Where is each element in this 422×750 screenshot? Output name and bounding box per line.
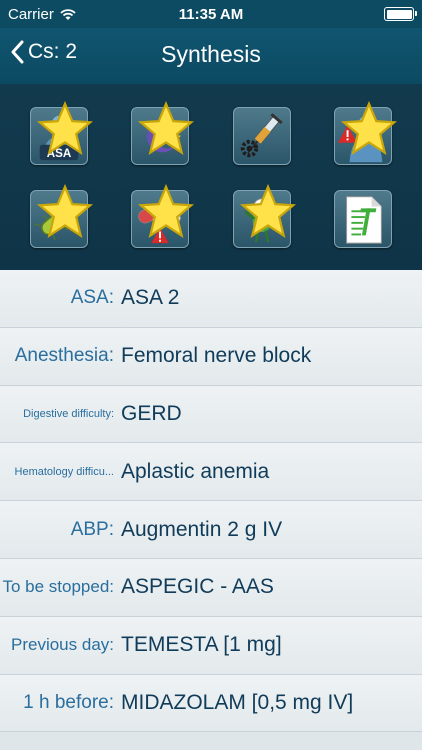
navigation-bar: Cs: 2 Synthesis (0, 28, 422, 84)
row-label: ASA: (70, 287, 114, 309)
star-icon (138, 100, 195, 155)
star-icon (138, 183, 195, 238)
list-row[interactable]: Digestive difficulty: GERD (0, 385, 422, 444)
list-row[interactable]: Previous day: TEMESTA [1 mg] (0, 616, 422, 675)
row-label: Previous day: (11, 635, 114, 655)
document-tile[interactable] (334, 189, 393, 248)
row-value: ASA 2 (121, 286, 180, 310)
row-label: Hematology difficu... (14, 465, 114, 478)
list-row[interactable]: 1 h before: MIDAZOLAM [0,5 mg IV] (0, 674, 422, 733)
row-label: Anesthesia: (14, 345, 114, 367)
night-tile[interactable] (131, 100, 195, 165)
syringe-gear-icon (240, 112, 283, 157)
list-row[interactable]: ABP: Augmentin 2 g IV (0, 501, 422, 559)
star-icon (36, 100, 93, 155)
row-value: GERD (121, 401, 182, 425)
row-value: MIDAZOLAM [0,5 mg IV] (121, 690, 354, 714)
synthesis-list: ASA: ASA 2 Anesthesia: Femoral nerve block D… (0, 270, 422, 733)
list-row[interactable]: Hematology difficu... Aplastic anemia (0, 443, 422, 502)
risk-tile[interactable] (334, 100, 398, 165)
list-row[interactable]: Anesthesia: Femoral nerve block (0, 327, 422, 386)
row-value: Aplastic anemia (121, 459, 270, 483)
row-label: To be stopped: (2, 577, 114, 597)
status-bar: Carrier 11:35 AM (0, 0, 422, 28)
list-row[interactable]: ASA: ASA 2 (0, 270, 422, 328)
row-label: 1 h before: (23, 691, 114, 713)
drug-allergy-tile[interactable] (131, 183, 195, 248)
battery-icon (384, 7, 417, 21)
row-label: Digestive difficulty: (23, 407, 114, 420)
premedication-tile[interactable] (232, 183, 296, 248)
clock: 11:35 AM (178, 6, 244, 23)
row-value: TEMESTA [1 mg] (121, 633, 282, 657)
star-icon (341, 100, 398, 155)
category-grid: ASA (0, 84, 422, 270)
page-title: Synthesis (161, 41, 261, 67)
list-row[interactable]: To be stopped: ASPEGIC - AAS (0, 558, 422, 617)
row-value: Augmentin 2 g IV (121, 517, 283, 541)
document-t-icon (346, 195, 383, 244)
row-value: Femoral nerve block (121, 344, 312, 368)
star-icon (239, 183, 296, 238)
bacteria-tile[interactable] (29, 183, 93, 248)
star-icon (36, 183, 93, 238)
asa-tile[interactable]: ASA (29, 100, 93, 165)
row-value: ASPEGIC - AAS (121, 575, 274, 599)
anesthesia-tile[interactable] (232, 106, 291, 165)
row-label: ABP: (70, 518, 114, 540)
